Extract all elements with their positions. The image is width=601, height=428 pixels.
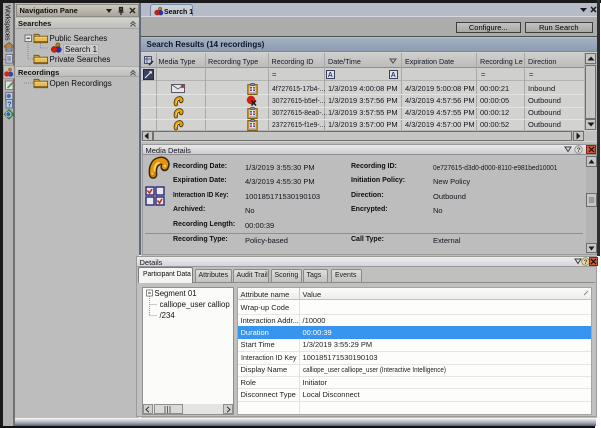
svg-text:?: ?	[7, 102, 11, 109]
svg-text:?: ?	[584, 259, 588, 266]
svg-text:A: A	[328, 72, 333, 79]
svg-text:A: A	[391, 72, 396, 79]
svg-text:?: ?	[577, 147, 581, 154]
